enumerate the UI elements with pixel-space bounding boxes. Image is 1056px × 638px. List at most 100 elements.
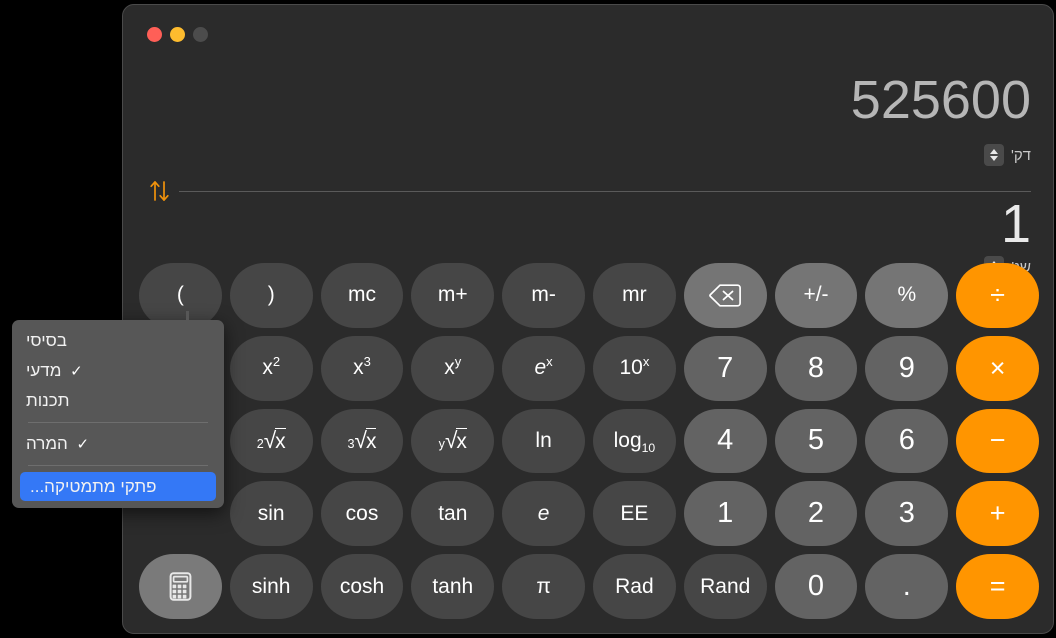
key-cos[interactable]: cos (320, 481, 404, 547)
menu-item-label: תכנות (26, 391, 70, 410)
key-cube-root[interactable]: 3 √ x (320, 408, 404, 474)
key-label: e (537, 501, 550, 525)
key-label: log10 (613, 428, 656, 456)
menu-item-label: פתקי מתמטיקה... (30, 476, 157, 496)
key-square-root[interactable]: 2 √ x (229, 408, 313, 474)
menu-item-label: מדעי (26, 361, 62, 380)
menu-item-convert[interactable]: המרה ✓ (12, 429, 224, 459)
key-sign-toggle[interactable]: +/- (774, 263, 858, 328)
key-divide[interactable]: ÷ (956, 263, 1039, 328)
key-label: m+ (437, 283, 468, 307)
key-multiply[interactable]: × (956, 335, 1039, 401)
key-add[interactable]: + (956, 481, 1039, 547)
key-label: EE (620, 501, 649, 525)
key-label: 9 (898, 351, 915, 384)
chevron-up-icon (989, 149, 998, 154)
key-tanh[interactable]: tanh (411, 554, 495, 619)
key-4[interactable]: 4 (683, 408, 767, 474)
key-9[interactable]: 9 (865, 335, 949, 401)
key-label: ( (176, 283, 184, 307)
key-rad[interactable]: Rad (593, 554, 676, 619)
checkmark-icon: ✓ (70, 363, 83, 380)
key-tan[interactable]: tan (411, 481, 495, 547)
close-button-icon[interactable] (147, 27, 162, 42)
menu-item-label: בסיסי (26, 331, 67, 350)
key-label: ln (535, 428, 552, 452)
key-label: mc (347, 283, 376, 307)
key-y-root[interactable]: y √ x (411, 408, 495, 474)
key-equals[interactable]: = (956, 554, 1039, 619)
top-display-row: 525600 (123, 73, 1053, 127)
key-8[interactable]: 8 (774, 335, 858, 401)
key-label: cosh (339, 574, 385, 598)
key-0[interactable]: 0 (774, 554, 858, 619)
zoom-button-icon (193, 27, 208, 42)
key-label: 5 (807, 424, 825, 457)
key-x-squared[interactable]: x2 (229, 335, 313, 401)
key-label: sin (257, 501, 285, 525)
key-rand[interactable]: Rand (683, 554, 767, 619)
key-label: 10x (619, 354, 650, 380)
key-cosh[interactable]: cosh (320, 554, 404, 619)
key-3[interactable]: 3 (865, 481, 949, 547)
key-pi[interactable]: π (502, 554, 585, 619)
key-decimal-point[interactable]: . (865, 554, 949, 619)
calculator-icon (169, 572, 192, 601)
key-label: x2 (262, 354, 281, 380)
key-exponent-ee[interactable]: EE (593, 481, 676, 547)
menu-item-scientific[interactable]: מדעי ✓ (12, 356, 224, 386)
top-value[interactable]: 525600 (123, 73, 1031, 127)
key-label: − (989, 425, 1006, 456)
conversion-display: 525600 דק' 1 (123, 45, 1053, 278)
key-log-base-10[interactable]: log10 (593, 408, 676, 474)
display-divider-line (179, 190, 1031, 192)
minimize-button-icon[interactable] (170, 27, 185, 42)
key-label: 0 (807, 570, 825, 603)
key-label: tanh (432, 574, 474, 598)
key-label: 3 √ x (347, 427, 377, 454)
key-delete[interactable] (683, 263, 767, 328)
key-percent[interactable]: % (865, 263, 949, 328)
key-5[interactable]: 5 (774, 408, 858, 474)
top-unit-label[interactable]: דק' (1011, 147, 1031, 164)
key-label: ex (534, 354, 553, 380)
key-2[interactable]: 2 (774, 481, 858, 547)
top-unit-stepper[interactable] (983, 144, 1004, 166)
key-label: mr (622, 283, 647, 307)
key-label: y √ x (438, 427, 467, 454)
key-ten-power-x[interactable]: 10x (593, 335, 676, 401)
key-euler-e[interactable]: e (502, 481, 585, 547)
key-label: xy (444, 354, 462, 380)
key-e-power-x[interactable]: ex (502, 335, 585, 401)
menu-item-basic[interactable]: בסיסי✓ (12, 326, 224, 356)
key-1[interactable]: 1 (683, 481, 767, 547)
key-open-paren[interactable]: ( (139, 263, 222, 328)
key-label: x3 (353, 354, 371, 380)
key-6[interactable]: 6 (865, 408, 949, 474)
key-label: + (989, 498, 1006, 529)
key-x-power-y[interactable]: xy (411, 335, 495, 401)
key-label: Rad (615, 574, 654, 598)
key-label: m- (531, 283, 556, 307)
key-memory-recall[interactable]: mr (593, 263, 676, 328)
key-sin[interactable]: sin (229, 481, 313, 547)
key-label: ) (267, 283, 275, 307)
key-calculator-mode[interactable] (139, 554, 222, 619)
bottom-value[interactable]: 1 (123, 197, 1031, 251)
key-subtract[interactable]: − (956, 408, 1039, 474)
key-label: × (989, 352, 1006, 383)
menu-item-math-notes[interactable]: פתקי מתמטיקה... (20, 472, 216, 501)
key-x-cubed[interactable]: x3 (320, 335, 404, 401)
key-label: 2 (807, 497, 825, 530)
key-7[interactable]: 7 (683, 335, 767, 401)
key-memory-clear[interactable]: mc (320, 263, 404, 328)
key-memory-add[interactable]: m+ (411, 263, 495, 328)
key-label: π (536, 574, 551, 598)
key-memory-subtract[interactable]: m- (502, 263, 585, 328)
key-label: 6 (898, 424, 915, 457)
key-sinh[interactable]: sinh (229, 554, 313, 619)
traffic-lights (147, 27, 208, 42)
key-natural-log[interactable]: ln (502, 408, 585, 474)
key-close-paren[interactable]: ) (229, 263, 313, 328)
menu-item-programmer[interactable]: תכנות✓ (12, 386, 224, 416)
